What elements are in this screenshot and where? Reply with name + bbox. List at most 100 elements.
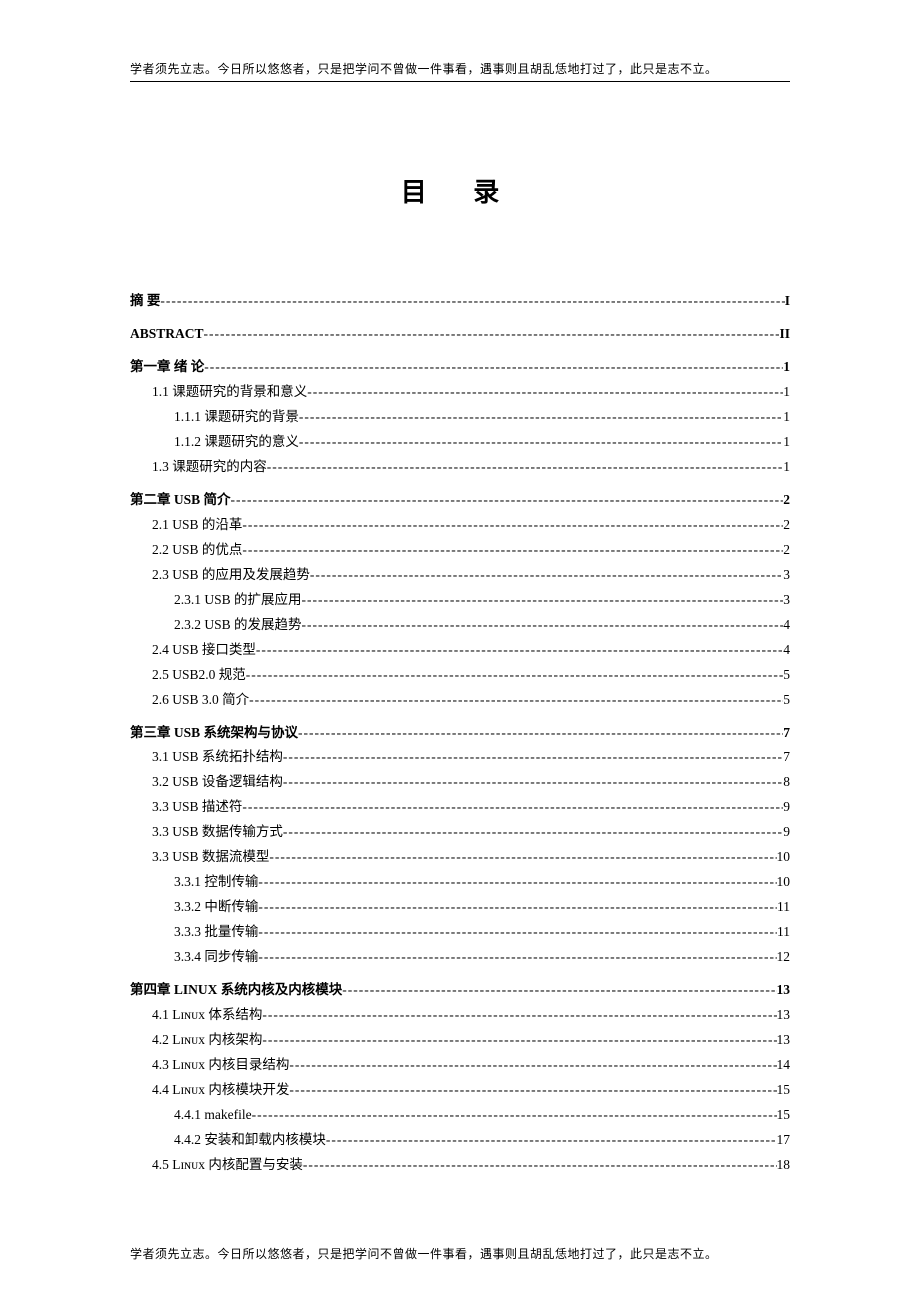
toc-label: 2.3.1 USB 的扩展应用: [174, 588, 302, 613]
toc-label: 4.4.1 makefile: [174, 1103, 252, 1128]
toc-entry[interactable]: 4.4.1 makefile15: [130, 1103, 790, 1128]
toc-page: 4: [783, 638, 790, 663]
toc-entry[interactable]: 1.1.2 课题研究的意义 1: [130, 430, 790, 455]
toc-entry[interactable]: 3.3.1 控制传输 10: [130, 870, 790, 895]
toc-entry[interactable]: 2.4 USB 接口类型4: [130, 638, 790, 663]
toc-label: 2.3 USB 的应用及发展趋势: [152, 563, 310, 588]
toc-page: 9: [783, 795, 790, 820]
table-of-contents: 摘 要IABSTRACTII第一章 绪 论11.1 课题研究的背景和意义11.1…: [130, 289, 790, 1178]
toc-page: 2: [783, 538, 790, 563]
toc-entry[interactable]: 3.3 USB 数据流模型 10: [130, 845, 790, 870]
toc-leader: [262, 1003, 776, 1028]
toc-page: 5: [783, 663, 790, 688]
toc-entry[interactable]: 2.1 USB 的沿革 2: [130, 513, 790, 538]
toc-entry[interactable]: 3.3 USB 描述符9: [130, 795, 790, 820]
header-quote: 学者须先立志。今日所以悠悠者，只是把学问不曾做一件事看，遇事则且胡乱恁地打过了，…: [130, 60, 790, 82]
toc-page: 1: [783, 380, 790, 405]
toc-entry[interactable]: 1.3 课题研究的内容1: [130, 455, 790, 480]
toc-entry[interactable]: 第一章 绪 论 1: [130, 355, 790, 380]
toc-label: 摘 要: [130, 289, 160, 314]
toc-entry[interactable]: 1.1 课题研究的背景和意义 1: [130, 380, 790, 405]
toc-leader: [258, 920, 777, 945]
toc-entry[interactable]: 2.2 USB 的优点 2: [130, 538, 790, 563]
toc-leader: [310, 563, 783, 588]
toc-leader: [258, 870, 776, 895]
toc-page: 10: [777, 845, 791, 870]
toc-entry[interactable]: 3.3 USB 数据传输方式9: [130, 820, 790, 845]
toc-leader: [283, 770, 783, 795]
toc-entry[interactable]: 3.3.2 中断传输11: [130, 895, 790, 920]
toc-entry[interactable]: 4.2 Lɪɴᴜx 内核架构13: [130, 1028, 790, 1053]
toc-label: 2.1 USB 的沿革: [152, 513, 242, 538]
toc-leader: [289, 1078, 776, 1103]
toc-leader: [231, 488, 784, 513]
toc-page: 17: [777, 1128, 791, 1153]
toc-entry[interactable]: 2.5 USB2.0 规范5: [130, 663, 790, 688]
toc-label: 4.4 Lɪɴᴜx 内核模块开发: [152, 1078, 289, 1103]
toc-entry[interactable]: 4.1 Lɪɴᴜx 体系结构13: [130, 1003, 790, 1028]
toc-page: 2: [783, 513, 790, 538]
toc-leader: [342, 978, 776, 1003]
toc-page: 10: [777, 870, 791, 895]
toc-page: 8: [783, 770, 790, 795]
toc-page: 5: [783, 688, 790, 713]
toc-entry[interactable]: 1.1.1 课题研究的背景1: [130, 405, 790, 430]
toc-label: 1.1.2 课题研究的意义: [174, 430, 299, 455]
toc-entry[interactable]: 4.4.2 安装和卸载内核模块 17: [130, 1128, 790, 1153]
toc-leader: [299, 430, 783, 455]
toc-entry[interactable]: 摘 要I: [130, 289, 790, 314]
toc-label: 1.1 课题研究的背景和意义: [152, 380, 307, 405]
toc-leader: [204, 322, 780, 347]
toc-entry[interactable]: 3.1 USB 系统拓扑结构7: [130, 745, 790, 770]
toc-label: 3.3 USB 数据流模型: [152, 845, 269, 870]
toc-page: 7: [783, 721, 790, 746]
toc-page: 1: [783, 430, 790, 455]
toc-entry[interactable]: 第二章 USB 简介2: [130, 488, 790, 513]
toc-leader: [252, 1103, 777, 1128]
toc-page: 14: [777, 1053, 791, 1078]
toc-label: 2.3.2 USB 的发展趋势: [174, 613, 302, 638]
toc-leader: [242, 795, 783, 820]
toc-leader: [262, 1028, 776, 1053]
toc-label: 4.5 Lɪɴᴜx 内核配置与安装: [152, 1153, 303, 1178]
toc-entry[interactable]: 第三章 USB 系统架构与协议 7: [130, 721, 790, 746]
toc-entry[interactable]: 4.3 Lɪɴᴜx 内核目录结构14: [130, 1053, 790, 1078]
toc-label: 4.4.2 安装和卸载内核模块: [174, 1128, 326, 1153]
toc-leader: [283, 745, 783, 770]
toc-leader: [303, 1153, 777, 1178]
toc-page: 1: [783, 405, 790, 430]
toc-entry[interactable]: 第四章 LINUX 系统内核及内核模块13: [130, 978, 790, 1003]
toc-leader: [249, 688, 783, 713]
toc-page: 1: [783, 355, 790, 380]
toc-page: 12: [777, 945, 791, 970]
toc-label: 2.2 USB 的优点: [152, 538, 242, 563]
toc-entry[interactable]: 2.6 USB 3.0 简介 5: [130, 688, 790, 713]
toc-entry[interactable]: 3.2 USB 设备逻辑结构 8: [130, 770, 790, 795]
toc-entry[interactable]: 2.3.2 USB 的发展趋势4: [130, 613, 790, 638]
toc-label: 3.3.3 批量传输: [174, 920, 258, 945]
toc-label: 3.3.1 控制传输: [174, 870, 258, 895]
toc-entry[interactable]: 4.5 Lɪɴᴜx 内核配置与安装18: [130, 1153, 790, 1178]
toc-entry[interactable]: 2.3.1 USB 的扩展应用 3: [130, 588, 790, 613]
toc-entry[interactable]: 4.4 Lɪɴᴜx 内核模块开发 15: [130, 1078, 790, 1103]
toc-leader: [258, 895, 777, 920]
toc-entry[interactable]: ABSTRACTII: [130, 322, 790, 347]
toc-label: 第一章 绪 论: [130, 355, 204, 380]
toc-leader: [160, 289, 784, 314]
toc-page: 15: [777, 1078, 791, 1103]
toc-leader: [258, 945, 776, 970]
toc-label: 4.2 Lɪɴᴜx 内核架构: [152, 1028, 262, 1053]
toc-leader: [289, 1053, 776, 1078]
toc-leader: [307, 380, 783, 405]
toc-leader: [298, 721, 783, 746]
toc-leader: [299, 405, 783, 430]
toc-entry[interactable]: 3.3.4 同步传输12: [130, 945, 790, 970]
toc-label: 2.6 USB 3.0 简介: [152, 688, 249, 713]
toc-entry[interactable]: 2.3 USB 的应用及发展趋势3: [130, 563, 790, 588]
toc-entry[interactable]: 3.3.3 批量传输11: [130, 920, 790, 945]
toc-page: 3: [783, 588, 790, 613]
toc-label: 第三章 USB 系统架构与协议: [130, 721, 298, 746]
toc-leader: [302, 613, 784, 638]
toc-label: 3.2 USB 设备逻辑结构: [152, 770, 283, 795]
toc-leader: [242, 513, 783, 538]
